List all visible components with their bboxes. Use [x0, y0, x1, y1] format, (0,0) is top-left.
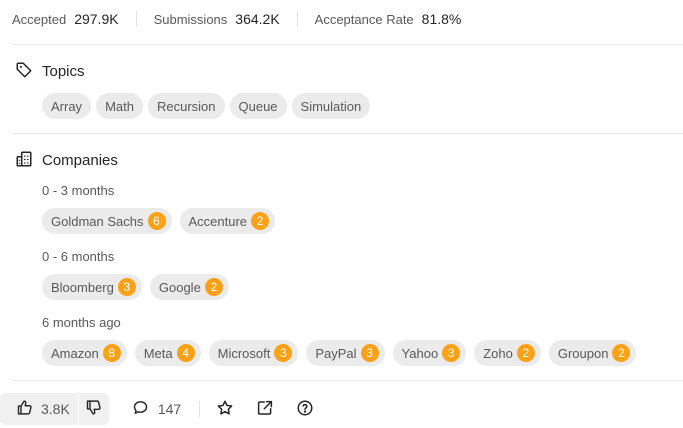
help-button[interactable]: [294, 398, 316, 420]
star-icon: [216, 399, 234, 420]
topic-tag-recursion[interactable]: Recursion: [147, 93, 225, 119]
like-button[interactable]: 3.8K: [0, 393, 78, 425]
topic-tags: Array Math Recursion Queue Simulation: [42, 93, 371, 119]
company-name: PayPal: [315, 345, 357, 361]
company-tag-bloomberg[interactable]: Bloomberg 3: [42, 274, 142, 300]
company-name: Goldman Sachs: [51, 213, 144, 229]
comments-button[interactable]: 147: [123, 399, 181, 419]
company-tag-paypal[interactable]: PayPal 3: [306, 340, 385, 366]
company-name: Bloomberg: [51, 279, 114, 295]
company-name: Groupon: [557, 345, 609, 361]
company-group: Goldman Sachs 6 Accenture 2: [42, 208, 276, 234]
stat-submissions: Submissions 364.2K: [154, 11, 280, 27]
company-name: Meta: [143, 345, 173, 361]
section-divider: [12, 133, 683, 134]
divider: [296, 11, 298, 27]
count-badge: 6: [147, 212, 166, 230]
company-name: Microsoft: [217, 345, 271, 361]
company-name: Yahoo: [401, 345, 439, 361]
period-label: 6 months ago: [42, 315, 121, 330]
stat-label: Submissions: [153, 11, 228, 27]
company-group: Amazon 8 Meta 4 Microsoft 3 PayPal 3 Yah…: [42, 340, 637, 366]
companies-header[interactable]: Companies: [15, 150, 118, 171]
stat-acceptance-rate: Acceptance Rate 81.8%: [315, 11, 462, 27]
count-badge: 4: [176, 344, 195, 362]
count-badge: 8: [102, 344, 121, 362]
count-badge: 2: [204, 278, 223, 296]
count-badge: 2: [612, 344, 631, 362]
stat-accepted: Accepted 297.9K: [12, 11, 119, 27]
stat-value: 297.9K: [74, 11, 119, 27]
thumbs-up-icon: [16, 399, 33, 419]
like-count: 3.8K: [41, 401, 70, 417]
topic-tag-simulation[interactable]: Simulation: [291, 93, 371, 119]
count-badge: 3: [360, 344, 379, 362]
thumbs-down-icon: [85, 399, 102, 419]
divider: [199, 401, 201, 417]
count-badge: 2: [516, 344, 535, 362]
vote-group: 3.8K: [0, 393, 109, 425]
comment-count: 147: [157, 401, 182, 417]
section-divider: [12, 44, 683, 45]
favorite-button[interactable]: [214, 398, 236, 420]
count-badge: 2: [251, 212, 270, 230]
company-name: Zoho: [483, 345, 513, 361]
topics-title: Topics: [42, 63, 85, 80]
dislike-button[interactable]: [79, 393, 109, 425]
stat-value: 364.2K: [235, 11, 280, 27]
count-badge: 3: [442, 344, 461, 362]
company-name: Accenture: [188, 213, 248, 229]
topic-tag-array[interactable]: Array: [42, 93, 92, 119]
help-icon: [296, 399, 314, 420]
tag-icon: [15, 61, 33, 82]
company-tag-goldman-sachs[interactable]: Goldman Sachs 6: [42, 208, 172, 234]
company-tag-groupon[interactable]: Groupon 2: [548, 340, 637, 366]
company-name: Amazon: [51, 345, 99, 361]
company-group: Bloomberg 3 Google 2: [42, 274, 229, 300]
stat-value: 81.8%: [421, 11, 462, 27]
share-icon: [256, 399, 274, 420]
divider: [135, 11, 137, 27]
action-bar: 3.8K 147: [0, 393, 334, 425]
topic-tag-queue[interactable]: Queue: [229, 93, 287, 119]
share-button[interactable]: [254, 398, 276, 420]
section-divider: [12, 380, 683, 381]
company-tag-zoho[interactable]: Zoho 2: [474, 340, 541, 366]
companies-title: Companies: [42, 152, 118, 169]
company-tag-google[interactable]: Google 2: [149, 274, 229, 300]
stat-label: Acceptance Rate: [314, 11, 414, 27]
building-icon: [15, 150, 33, 171]
count-badge: 3: [274, 344, 293, 362]
stat-label: Accepted: [12, 11, 67, 27]
company-name: Google: [158, 279, 201, 295]
topic-tag-math[interactable]: Math: [96, 93, 143, 119]
topics-header[interactable]: Topics: [15, 61, 85, 82]
company-tag-yahoo[interactable]: Yahoo 3: [392, 340, 467, 366]
company-tag-accenture[interactable]: Accenture 2: [179, 208, 276, 234]
company-tag-meta[interactable]: Meta 4: [134, 340, 201, 366]
company-tag-amazon[interactable]: Amazon 8: [42, 340, 127, 366]
comment-icon: [132, 399, 149, 419]
period-label: 0 - 3 months: [42, 183, 115, 198]
company-tag-microsoft[interactable]: Microsoft 3: [208, 340, 299, 366]
count-badge: 3: [117, 278, 136, 296]
period-label: 0 - 6 months: [42, 249, 115, 264]
stats-bar: Accepted 297.9K Submissions 364.2K Accep…: [12, 9, 461, 29]
